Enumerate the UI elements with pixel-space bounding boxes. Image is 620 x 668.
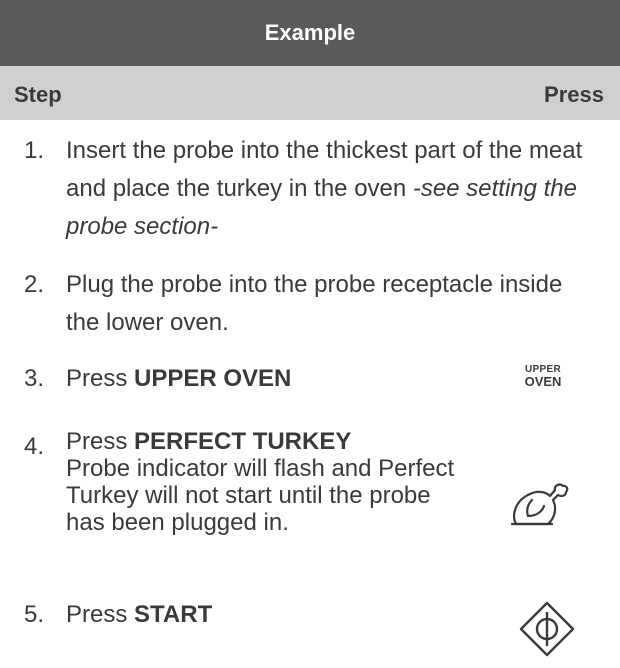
step-number: 4. (24, 433, 45, 460)
step-5-prefix: Press (66, 601, 135, 628)
step-4-key-name: PERFECT TURKEY (134, 428, 352, 455)
step-3-key-name: UPPER OVEN (134, 365, 292, 392)
step-number: 3. (24, 365, 45, 392)
step-text: Press START (66, 596, 366, 634)
step-number: 2. (24, 271, 45, 298)
step-5-key-name: START (134, 601, 213, 628)
step-text: Press PERFECT TURKEY Probe indicator will… (66, 428, 466, 536)
upper-oven-key-icon: UPPER OVEN (518, 364, 568, 389)
step-text: Press UPPER OVEN (66, 360, 466, 398)
start-icon (519, 601, 575, 657)
step-3-prefix: Press (66, 365, 135, 392)
step-text: Plug the probe into the probe receptacle… (66, 271, 563, 336)
table-title-text: Example (264, 20, 356, 45)
press-column-header: Press (544, 82, 604, 107)
step-number: 5. (24, 601, 45, 628)
turkey-icon (510, 483, 569, 526)
column-header-row: Step Press (0, 66, 620, 120)
upper-oven-key-line2: OVEN (524, 374, 562, 389)
table-title: Example (0, 0, 620, 66)
step-column-header: Step (14, 82, 62, 107)
step-text: Insert the probe into the thickest part … (66, 132, 606, 246)
step-4-prefix: Press (66, 428, 135, 455)
step-number: 1. (24, 137, 45, 164)
step-4-detail: Probe indicator will flash and Perfect T… (66, 455, 455, 536)
